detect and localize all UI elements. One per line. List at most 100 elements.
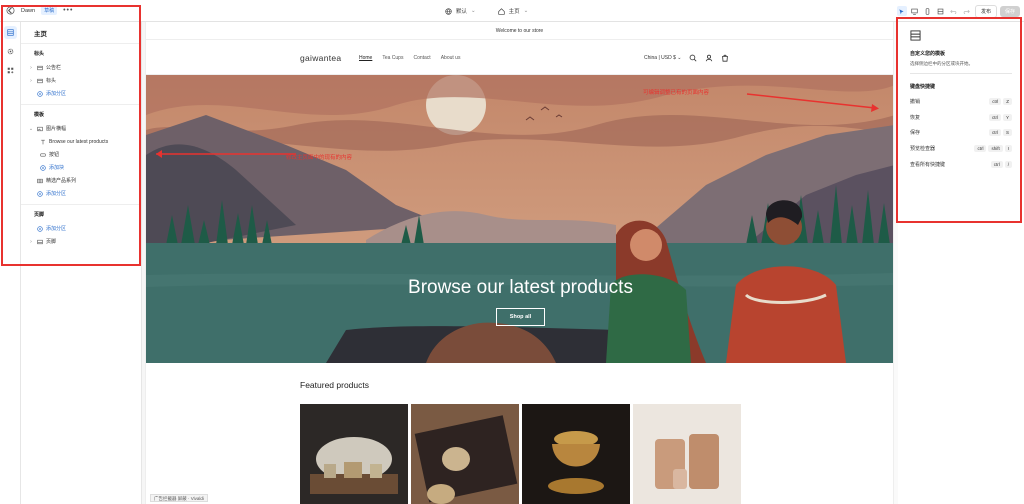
page-selector[interactable]: 主页 ⌄	[497, 7, 528, 15]
country-selector[interactable]: China | USD $ ⌄	[644, 55, 681, 61]
block-heading[interactable]: Browse our latest products	[21, 135, 141, 148]
more-actions-button[interactable]: •••	[63, 7, 73, 14]
key-cap: ctrl	[989, 98, 1002, 105]
key-cap: I	[1004, 145, 1012, 152]
nav-link-home[interactable]: Home	[359, 55, 372, 61]
section-label: 公告栏	[46, 65, 62, 71]
shortcut-label: 查看所有快捷键	[910, 162, 946, 168]
sections-panel: 主页 标头 › 公告栏 › 标头 添加分区 模板 ⌄ 图片横幅 Browse o…	[21, 22, 142, 504]
add-section-button[interactable]: 添加分区	[21, 187, 141, 200]
image-icon	[37, 126, 43, 131]
section-label: 图片横幅	[46, 126, 67, 132]
block-label: 按钮	[49, 152, 60, 158]
shortcut-label: 恢复	[910, 115, 921, 121]
status-chip: 广告拦截器 屏蔽 · Vivaldi	[150, 494, 208, 502]
footer-group: 页脚 添加分区 › 页脚	[21, 205, 141, 252]
product-card[interactable]	[300, 404, 408, 504]
page-label: 主页	[508, 9, 520, 15]
block-button[interactable]: 按钮	[21, 148, 141, 161]
store-header[interactable]: gaiwantea Home Tea Cups Contact About us…	[146, 40, 893, 75]
shortcuts-heading: 键盘快捷键	[910, 84, 936, 90]
product-card[interactable]	[633, 404, 741, 504]
plus-circle-icon	[40, 164, 46, 171]
add-block-button[interactable]: 添加块	[21, 161, 141, 174]
editor-topbar: Dawn 草稿 ••• 默认 ⌄ 主页 ⌄ 发布 保存	[0, 0, 1024, 22]
key-cap: ctrl	[988, 114, 1001, 121]
group-title: 模板	[34, 112, 45, 118]
add-section-label: 添加分区	[46, 191, 67, 197]
nav-link-contact[interactable]: Contact	[413, 55, 430, 61]
fullscreen-icon[interactable]	[936, 6, 946, 16]
plus-circle-icon	[37, 90, 43, 97]
add-block-label: 添加块	[49, 165, 65, 171]
nav-link-tea-cups[interactable]: Tea Cups	[382, 55, 403, 61]
nav-link-about[interactable]: About us	[441, 55, 461, 61]
mobile-view-icon[interactable]	[923, 6, 933, 16]
group-title: 页脚	[34, 212, 45, 218]
theme-settings-icon[interactable]	[4, 45, 17, 58]
button-icon	[40, 153, 46, 156]
chevron-down-icon[interactable]: ⌄	[28, 126, 34, 132]
publish-button[interactable]: 发布	[974, 4, 997, 18]
store-logo[interactable]: gaiwantea	[300, 53, 341, 63]
shortcut-label: 预览检查器	[910, 146, 936, 152]
featured-products-heading[interactable]: Featured products	[300, 380, 369, 390]
product-card[interactable]	[411, 404, 519, 504]
sidebar-rail	[0, 22, 21, 504]
variant-selector[interactable]: 默认 ⌄	[445, 7, 476, 15]
sections-icon[interactable]	[3, 26, 17, 39]
shop-all-button[interactable]: Shop all	[496, 308, 545, 326]
section-icon	[37, 78, 43, 83]
globe-icon	[445, 7, 452, 15]
section-label: 页脚	[46, 239, 57, 245]
exit-icon[interactable]	[6, 6, 15, 15]
key-cap: ctrl	[974, 145, 987, 152]
theme-name: Dawn	[21, 7, 36, 14]
annotation-arrow-left	[156, 150, 296, 158]
apps-icon[interactable]	[4, 64, 17, 77]
chevron-right-icon[interactable]: ›	[28, 239, 34, 245]
redo-icon[interactable]	[962, 6, 972, 16]
header-actions: China | USD $ ⌄	[644, 54, 729, 62]
section-header[interactable]: › 标头	[21, 74, 141, 87]
add-section-button[interactable]: 添加分区	[21, 87, 141, 100]
annotation-note-right: 可编辑调整已有的页面内容	[643, 90, 710, 96]
shortcut-label: 保存	[910, 130, 921, 136]
save-button[interactable]: 保存	[999, 5, 1020, 17]
announcement-bar[interactable]: Welcome to our store	[146, 22, 893, 40]
image-banner[interactable]: Browse our latest products Shop all	[146, 75, 893, 363]
hero-heading[interactable]: Browse our latest products	[146, 277, 893, 299]
store-nav: Home Tea Cups Contact About us	[359, 55, 460, 61]
cart-icon[interactable]	[721, 54, 729, 62]
product-card[interactable]	[522, 404, 630, 504]
key-cap: shift	[988, 145, 1003, 152]
annotation-arrow-right	[746, 93, 879, 112]
section-image-banner[interactable]: ⌄ 图片横幅	[21, 122, 141, 135]
plus-circle-icon	[37, 190, 43, 197]
draft-badge: 草稿	[41, 6, 58, 15]
chevron-right-icon[interactable]: ›	[28, 65, 34, 71]
section-announcement-bar[interactable]: › 公告栏	[21, 61, 141, 74]
account-icon[interactable]	[705, 54, 713, 62]
section-featured-collection[interactable]: 精选产品系列	[21, 174, 141, 187]
section-footer[interactable]: › 页脚	[21, 235, 141, 248]
chevron-right-icon[interactable]: ›	[28, 78, 34, 84]
add-section-button[interactable]: 添加分区	[21, 222, 141, 235]
panel-description: 选择侧边栏中的分区或块开始。	[910, 61, 973, 66]
home-icon	[497, 7, 505, 15]
product-image	[300, 404, 408, 504]
shortcut-row: 撤销 ctrl Z	[910, 96, 1012, 107]
search-icon[interactable]	[689, 54, 697, 62]
shortcut-row: 保存 ctrl S	[910, 127, 1012, 138]
desktop-view-icon[interactable]	[910, 6, 920, 16]
product-grid	[300, 404, 741, 504]
key-cap: Y	[1002, 114, 1012, 121]
section-icon	[37, 239, 43, 244]
inspector-icon[interactable]	[896, 6, 907, 16]
plus-circle-icon	[37, 225, 43, 232]
shortcut-label: 撤销	[910, 99, 921, 105]
key-cap: /	[1004, 161, 1012, 168]
key-cap: ctrl	[988, 129, 1001, 136]
undo-icon[interactable]	[949, 6, 959, 16]
group-title: 标头	[34, 51, 45, 57]
